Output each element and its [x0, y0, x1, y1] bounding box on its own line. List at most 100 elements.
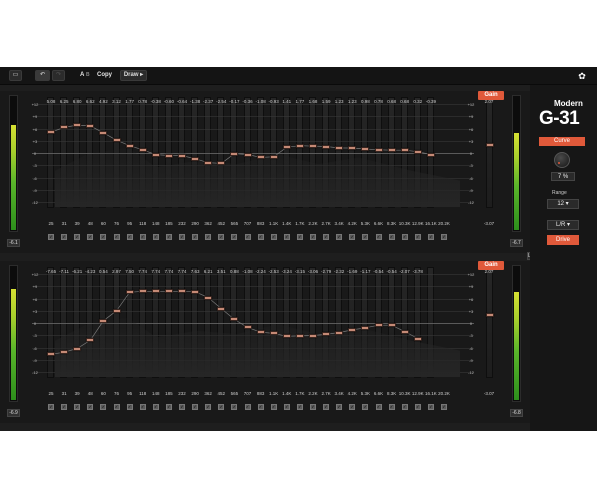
band-enable-checkbox[interactable]: ✓ [401, 234, 408, 240]
band-enable-checkbox[interactable]: ✓ [165, 404, 172, 410]
band-gain-value[interactable]: -1.08 [254, 99, 268, 105]
range-select[interactable]: 12 ▾ [547, 199, 579, 209]
band-gain-value[interactable]: 1.77 [293, 99, 307, 105]
band-gain-value[interactable]: -3.06 [306, 269, 320, 275]
band-enable-checkbox[interactable]: ✓ [441, 234, 447, 240]
band-gain-handle[interactable] [125, 143, 134, 148]
gain-button[interactable]: Gain [478, 91, 504, 100]
band-enable-checkbox[interactable]: ✓ [113, 234, 120, 240]
band-enable-checkbox[interactable]: ✓ [179, 404, 185, 410]
band-enable-checkbox[interactable]: ✓ [388, 234, 395, 240]
band-enable-checkbox[interactable]: ✓ [362, 404, 369, 410]
band-enable-checkbox[interactable]: ✓ [257, 404, 264, 410]
band-gain-value[interactable]: -3.15 [293, 269, 307, 275]
band-gain-value[interactable]: -1.69 [345, 269, 359, 275]
band-gain-handle[interactable] [335, 146, 344, 150]
band-gain-value[interactable]: -0.54 [385, 269, 399, 275]
band-gain-value[interactable]: 7.74 [162, 269, 176, 275]
band-enable-checkbox[interactable]: ✓ [296, 234, 303, 240]
band-gain-handle[interactable] [217, 306, 226, 311]
band-gain-value[interactable]: 1.77 [123, 99, 137, 105]
band-gain-value[interactable]: 0.88 [227, 269, 241, 275]
band-gain-handle[interactable] [151, 289, 160, 294]
band-enable-checkbox[interactable]: ✓ [336, 234, 343, 240]
band-gain-handle[interactable] [322, 332, 331, 337]
curve-knob[interactable] [554, 152, 570, 168]
band-enable-checkbox[interactable]: ✓ [192, 234, 199, 240]
band-gain-value[interactable]: 0.54 [96, 269, 110, 275]
band-gain-handle[interactable] [413, 149, 422, 154]
band-gain-handle[interactable] [191, 289, 200, 294]
band-enable-checkbox[interactable]: ✓ [375, 234, 382, 240]
band-gain-value[interactable]: -0.54 [372, 269, 386, 275]
band-gain-value[interactable]: 1.23 [332, 99, 346, 105]
band-enable-checkbox[interactable]: ✓ [126, 234, 133, 240]
band-gain-value[interactable]: 1.23 [345, 99, 359, 105]
band-enable-checkbox[interactable]: ✓ [310, 234, 316, 240]
band-enable-checkbox[interactable]: ✓ [257, 234, 264, 240]
band-enable-checkbox[interactable]: ✓ [61, 234, 68, 240]
band-gain-handle[interactable] [204, 295, 213, 300]
band-gain-value[interactable]: -0.60 [162, 99, 176, 105]
band-enable-checkbox[interactable]: ✓ [100, 234, 107, 240]
band-enable-checkbox[interactable]: ✓ [414, 234, 421, 240]
band-gain-value[interactable]: -0.38 [149, 99, 163, 105]
output-gain-handle[interactable] [486, 142, 494, 147]
band-gain-value[interactable]: -0.39 [424, 99, 438, 105]
band-gain-value[interactable]: -0.17 [227, 99, 241, 105]
band-gain-handle[interactable] [60, 350, 69, 355]
ab-compare-a[interactable]: A [80, 71, 84, 80]
band-gain-handle[interactable] [73, 346, 82, 351]
band-gain-handle[interactable] [47, 352, 55, 357]
band-gain-value[interactable]: 2.97 [110, 269, 124, 275]
band-gain-value[interactable]: 6.21 [201, 269, 215, 275]
band-gain-handle[interactable] [151, 152, 160, 157]
band-gain-handle[interactable] [387, 148, 396, 153]
draw-menu[interactable]: Draw ▸ [120, 70, 147, 81]
band-gain-handle[interactable] [295, 333, 304, 338]
band-gain-handle[interactable] [138, 289, 147, 294]
paw-logo-icon[interactable]: ✿ [577, 71, 587, 81]
band-gain-value[interactable]: -6.21 [70, 269, 84, 275]
band-gain-handle[interactable] [178, 153, 186, 158]
band-gain-handle[interactable] [282, 334, 291, 339]
band-enable-checkbox[interactable]: ✓ [61, 404, 68, 410]
band-gain-handle[interactable] [348, 327, 357, 332]
band-gain-handle[interactable] [400, 148, 409, 153]
band-gain-handle[interactable] [256, 330, 265, 335]
folder-icon[interactable]: ▭ [9, 70, 22, 81]
band-enable-checkbox[interactable]: ✓ [388, 404, 395, 410]
band-enable-checkbox[interactable]: ✓ [48, 234, 54, 240]
band-gain-value[interactable]: -0.36 [241, 99, 255, 105]
band-enable-checkbox[interactable]: ✓ [113, 404, 120, 410]
band-enable-checkbox[interactable]: ✓ [323, 234, 330, 240]
band-enable-checkbox[interactable]: ✓ [349, 404, 356, 410]
curve-value[interactable]: 7 % [551, 172, 575, 181]
band-enable-checkbox[interactable]: ✓ [152, 234, 159, 240]
band-gain-value[interactable]: 7.74 [149, 269, 163, 275]
band-gain-value[interactable]: 0.78 [372, 99, 386, 105]
band-gain-handle[interactable] [138, 147, 147, 152]
band-gain-value[interactable]: -2.54 [214, 99, 228, 105]
band-gain-value[interactable]: 1.59 [319, 99, 333, 105]
band-gain-value[interactable]: 7.50 [123, 269, 137, 275]
band-gain-value[interactable]: 0.78 [136, 99, 150, 105]
band-gain-value[interactable]: 3.12 [110, 99, 124, 105]
band-gain-handle[interactable] [243, 152, 252, 157]
band-gain-value[interactable]: 6.25 [57, 99, 71, 105]
band-gain-handle[interactable] [309, 333, 317, 338]
band-enable-checkbox[interactable]: ✓ [179, 234, 185, 240]
band-enable-checkbox[interactable]: ✓ [336, 404, 343, 410]
band-gain-handle[interactable] [361, 325, 370, 330]
band-gain-handle[interactable] [256, 155, 265, 160]
band-gain-value[interactable]: -7.65 [44, 269, 58, 275]
band-enable-checkbox[interactable]: ✓ [296, 404, 303, 410]
band-enable-checkbox[interactable]: ✓ [427, 234, 434, 240]
band-enable-checkbox[interactable]: ✓ [244, 404, 251, 410]
band-enable-checkbox[interactable]: ✓ [218, 404, 225, 410]
band-enable-checkbox[interactable]: ✓ [231, 404, 238, 410]
band-enable-checkbox[interactable]: ✓ [192, 404, 199, 410]
band-gain-value[interactable]: -3.78 [411, 269, 425, 275]
band-gain-value[interactable]: 7.74 [136, 269, 150, 275]
band-gain-value[interactable]: -2.07 [398, 269, 412, 275]
